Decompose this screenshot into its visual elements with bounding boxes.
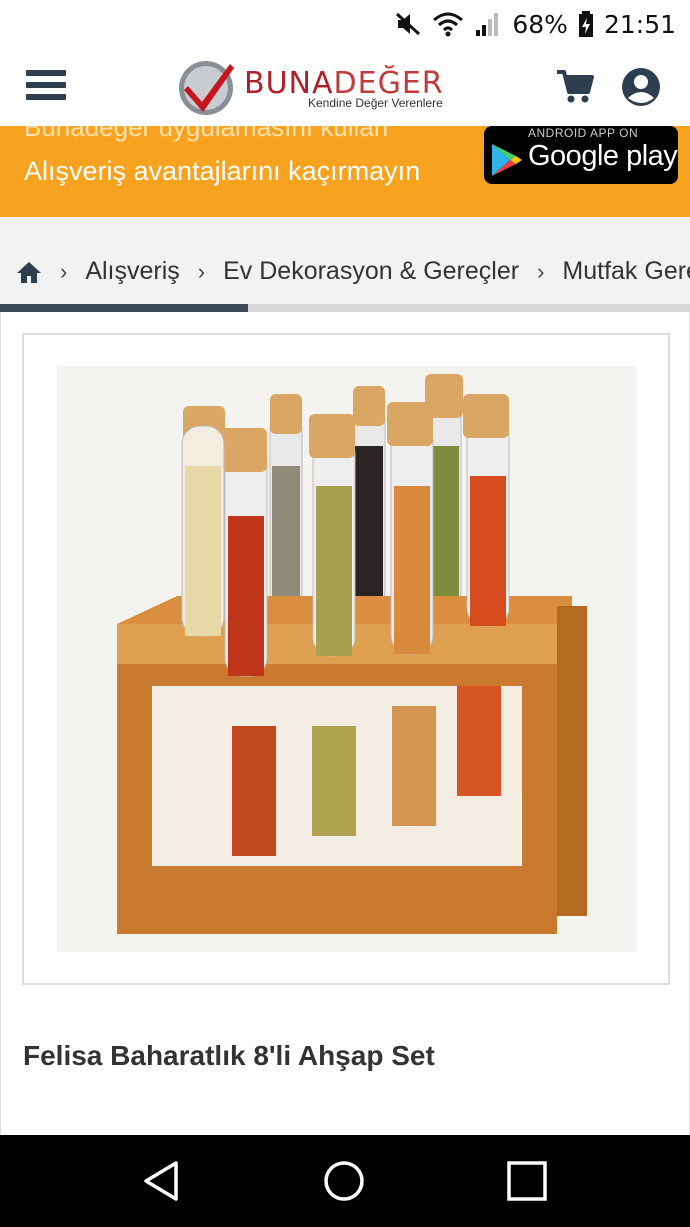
- brand-logo[interactable]: BUNADEĞER Kendine Değer Verenlere: [176, 54, 466, 120]
- checkmark-logo-icon: [179, 61, 234, 115]
- mute-icon: [396, 12, 421, 36]
- home-icon[interactable]: [322, 1159, 366, 1203]
- breadcrumb: › Alışveriş › Ev Dekorasyon & Gereçler ›…: [0, 217, 690, 313]
- product-title: Felisa Baharatlık 8'li Ahşap Set: [23, 1040, 435, 1071]
- battery-percent: 68%: [512, 9, 568, 39]
- app-promo-banner[interactable]: Bunadeger uygulamasını kullan Alışveriş …: [0, 126, 690, 217]
- google-play-badge[interactable]: ANDROID APP ON Google play: [484, 126, 678, 184]
- breadcrumb-scroll-indicator[interactable]: [0, 304, 690, 312]
- banner-line-2: Alışveriş avantajlarını kaçırmayın: [24, 156, 421, 186]
- chevron-right-icon: ›: [537, 258, 545, 284]
- google-play-icon: [492, 144, 522, 176]
- battery-charging-icon: [578, 11, 593, 37]
- system-nav-bar: [0, 1135, 690, 1227]
- product-image-frame[interactable]: [22, 333, 670, 985]
- status-bar: 68% 21:51: [0, 0, 690, 48]
- breadcrumb-item-mutfak[interactable]: Mutfak Gereçleri: [562, 257, 690, 286]
- product-detail: Felisa Baharatlık 8'li Ahşap Set: [0, 312, 690, 1135]
- app-header: BUNADEĞER Kendine Değer Verenlere: [0, 48, 690, 126]
- recents-icon[interactable]: [505, 1159, 549, 1203]
- home-crumb-icon[interactable]: [16, 260, 42, 284]
- cart-icon[interactable]: [555, 66, 595, 106]
- chevron-right-icon: ›: [197, 258, 206, 284]
- user-icon[interactable]: [620, 66, 662, 108]
- menu-icon[interactable]: [26, 70, 66, 104]
- banner-line-1: Bunadeger uygulamasını kullan: [24, 126, 389, 142]
- breadcrumb-item-alisveris[interactable]: Alışveriş: [85, 257, 179, 286]
- chevron-right-icon: ›: [60, 258, 68, 284]
- product-image: [57, 366, 637, 952]
- signal-icon: [476, 13, 499, 36]
- back-icon[interactable]: [140, 1159, 184, 1203]
- brand-tagline: Kendine Değer Verenlere: [308, 96, 443, 110]
- wifi-icon: [433, 12, 464, 37]
- breadcrumb-item-ev-dekorasyon[interactable]: Ev Dekorasyon & Gereçler: [223, 257, 519, 286]
- clock: 21:51: [603, 9, 676, 39]
